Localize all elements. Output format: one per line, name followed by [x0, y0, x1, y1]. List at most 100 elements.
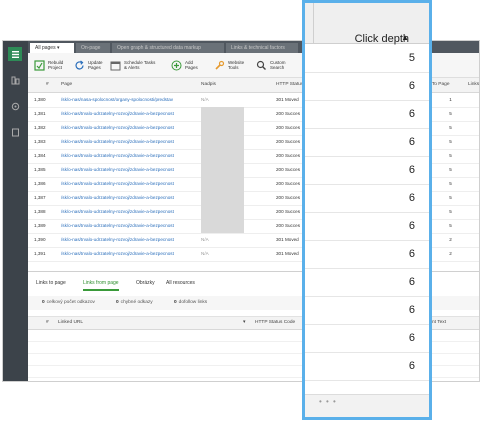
click-depth-row[interactable]: 6	[305, 72, 429, 101]
custom-search-button[interactable]: Custom Search	[256, 56, 286, 74]
page-url-link[interactable]: /sk/o-nas/trvalo-udrzatelny-rozvoj/zdrav…	[61, 219, 196, 233]
page-url-link[interactable]: /sk/o-nas/trvalo-udrzatelny-rozvoj/zdrav…	[61, 149, 196, 163]
report-icon[interactable]	[8, 125, 22, 139]
nadpis-cell: N/A	[201, 251, 209, 256]
tab-all-resources[interactable]: All resources	[166, 277, 195, 289]
click-depth-row[interactable]: 6	[305, 184, 429, 213]
tab-label: All pages	[35, 45, 56, 51]
broken-links-label: chybné odkazy	[120, 300, 153, 305]
click-depth-value: 6	[408, 360, 415, 372]
links-count-cell: 2	[449, 251, 452, 256]
website-tools-button[interactable]: Website Tools	[214, 56, 244, 74]
tab-links-technical[interactable]: Links & technical factors	[226, 43, 298, 53]
click-depth-value: 6	[408, 276, 415, 288]
row-number: 1,383	[34, 139, 46, 144]
rebuild-icon	[34, 59, 45, 71]
tab-label: On-page	[81, 45, 101, 51]
row-number: 1,385	[34, 167, 46, 172]
click-depth-value: 6	[408, 108, 415, 120]
click-depth-row[interactable]: 5	[305, 44, 429, 73]
click-depth-row[interactable]: 6	[305, 100, 429, 129]
col-header-nadpis[interactable]: Nadpis	[201, 78, 216, 92]
col-header-num[interactable]: #	[46, 78, 49, 92]
sort-ascending-icon: ▲	[401, 33, 409, 42]
add-label: Add Pages	[185, 60, 198, 70]
broken-links-count: 0	[116, 300, 119, 305]
page-url-link[interactable]: /sk/o-nas/trvalo-udrzatelny-rozvoj/zdrav…	[61, 121, 196, 135]
tab-links-from-page[interactable]: Links from page	[83, 277, 119, 291]
tab-open-graph[interactable]: Open graph & structured data markup	[112, 43, 224, 53]
col-header-http-status[interactable]: HTTP Status	[276, 78, 303, 92]
add-icon	[171, 60, 182, 70]
rebuild-project-button[interactable]: Rebuild Project	[34, 56, 63, 74]
tab-links-to-page[interactable]: Links to page	[36, 277, 66, 289]
rebuild-label: Rebuild Project	[48, 60, 64, 70]
row-number: 1,391	[34, 251, 46, 256]
tab-on-page[interactable]: On-page	[76, 43, 110, 53]
page-url-link[interactable]: /sk/o-nas/trvalo-udrzatelny-rozvoj/zdrav…	[61, 233, 196, 247]
page-url-link[interactable]: /sk/o-nas/trvalo-udrzatelny-rozvoj/zdrav…	[61, 247, 196, 261]
click-depth-value: 6	[408, 164, 415, 176]
row-number: 1,387	[34, 195, 46, 200]
schedule-label: Schedule Tasks & Alerts	[124, 60, 156, 70]
click-depth-row[interactable]: 6	[305, 324, 429, 353]
row-number: 1,384	[34, 153, 46, 158]
links-count-cell: 5	[449, 167, 452, 172]
page-url-link[interactable]: /sk/o-nas/trvalo-udrzatelny-rozvoj/zdrav…	[61, 163, 196, 177]
links-icon[interactable]	[8, 73, 22, 87]
sort-down-icon[interactable]: ▾	[243, 317, 245, 329]
row-number: 1,388	[34, 209, 46, 214]
col-header-http-status-code[interactable]: HTTP Status Code	[255, 317, 295, 329]
click-depth-value: 6	[408, 136, 415, 148]
links-count-cell: 5	[449, 223, 452, 228]
col-header-links[interactable]: Links	[468, 78, 479, 92]
links-count-cell: 5	[449, 195, 452, 200]
click-depth-value: 6	[408, 192, 415, 204]
click-depth-value: 6	[408, 248, 415, 260]
col-header-page[interactable]: Page	[61, 78, 72, 92]
click-depth-row[interactable]: 6	[305, 240, 429, 269]
scrollbar[interactable]: • • •	[305, 394, 429, 417]
page-url-link[interactable]: /sk/o-nas/trvalo-udrzatelny-rozvoj/zdrav…	[61, 177, 196, 191]
redacted-text	[201, 107, 244, 121]
click-depth-row[interactable]: 6	[305, 296, 429, 325]
links-count-cell: 5	[449, 153, 452, 158]
update-pages-button[interactable]: Update Pages	[74, 56, 103, 74]
click-depth-column-header[interactable]: Click depth ▲	[305, 3, 429, 45]
nadpis-cell: N/A	[201, 237, 209, 242]
redacted-text	[201, 163, 244, 177]
tab-obrazky[interactable]: Obrázky	[136, 277, 155, 289]
col-header-linked-url[interactable]: Linked URL	[58, 317, 83, 329]
page-url-link[interactable]: /sk/o-nas/trvalo-udrzatelny-rozvoj/zdrav…	[61, 107, 196, 121]
refresh-icon	[75, 60, 84, 69]
links-count-cell: 5	[449, 181, 452, 186]
dofollow-links-label: dofollow links	[178, 300, 208, 305]
wrench-icon	[215, 60, 225, 70]
redacted-text	[201, 149, 244, 163]
click-depth-value: 6	[408, 220, 415, 232]
row-number: 1,380	[34, 97, 46, 102]
tab-label: Open graph & structured data markup	[117, 45, 201, 51]
click-depth-row[interactable]: 6	[305, 352, 429, 381]
page-url-link[interactable]: /sk/o-nas/trvalo-udrzatelny-rozvoj/zdrav…	[61, 191, 196, 205]
left-sidebar	[3, 41, 28, 381]
dofollow-links-counter: 0 dofollow links	[174, 296, 207, 310]
page-url-link[interactable]: /sk/o-nas/trvalo-udrzatelny-rozvoj/zdrav…	[61, 135, 196, 149]
col-header-num[interactable]: #	[46, 317, 49, 329]
click-depth-row[interactable]: 6	[305, 268, 429, 297]
calendar-icon	[110, 61, 121, 70]
dofollow-links-count: 0	[174, 300, 177, 305]
page-url-link[interactable]: /sk/o-nas/nasa-spolocnost/organy-spolocn…	[61, 93, 196, 107]
click-depth-row[interactable]: 6	[305, 212, 429, 241]
total-links-counter: 0 celkový počet odkazov	[42, 296, 95, 310]
tab-all-pages[interactable]: All pages ▾	[30, 43, 74, 53]
redacted-text	[201, 191, 244, 205]
page-url-link[interactable]: /sk/o-nas/trvalo-udrzatelny-rozvoj/zdrav…	[61, 205, 196, 219]
links-count-cell: 2	[449, 237, 452, 242]
click-depth-row[interactable]: 6	[305, 128, 429, 157]
add-pages-button[interactable]: Add Pages	[171, 56, 198, 74]
click-depth-row[interactable]: 6	[305, 156, 429, 185]
schedule-tasks-button[interactable]: Schedule Tasks & Alerts	[110, 56, 155, 74]
settings-icon[interactable]	[8, 99, 22, 113]
site-structure-icon[interactable]	[8, 47, 22, 61]
